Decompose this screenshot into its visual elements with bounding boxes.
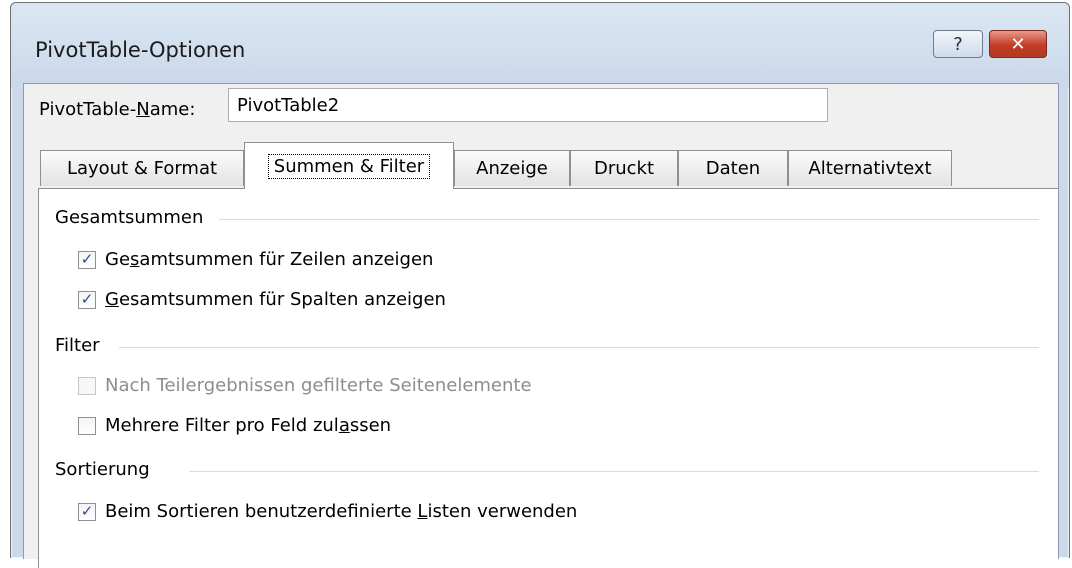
tab-druckt[interactable]: Druckt (570, 150, 678, 186)
tab-summen-filter[interactable]: Summen & Filter (244, 142, 454, 189)
checkbox-totals-rows[interactable]: ✓ (78, 250, 96, 269)
checkbox-label: Gesamtsummen für Spalten anzeigen (105, 289, 446, 310)
tab-alternativtext[interactable]: Alternativtext (788, 150, 952, 186)
pivottable-name-input[interactable] (228, 88, 828, 122)
dialog-title: PivotTable-Optionen (35, 38, 246, 62)
checkbox-custom-lists[interactable]: ✓ (78, 502, 96, 521)
group-header-sortierung: Sortierung (55, 459, 150, 480)
checkbox-totals-columns[interactable]: ✓ (78, 290, 96, 309)
checkbox-row-subtotal-filtered-items: Nach Teilergebnissen gefilterte Seitenel… (78, 375, 532, 396)
pivottable-name-label: PivotTable-Name: (39, 99, 196, 120)
checkbox-row-custom-lists[interactable]: ✓ Beim Sortieren benutzerdefinierte List… (78, 501, 577, 522)
checkbox-label: Gesamtsummen für Zeilen anzeigen (105, 249, 434, 270)
group-divider (119, 347, 1039, 348)
checkbox-row-totals-columns[interactable]: ✓ Gesamtsummen für Spalten anzeigen (78, 289, 446, 310)
question-mark-icon: ? (953, 33, 963, 55)
checkbox-row-totals-rows[interactable]: ✓ Gesamtsummen für Zeilen anzeigen (78, 249, 433, 270)
tab-strip: Layout & Format Summen & Filter Anzeige … (24, 138, 1058, 189)
group-divider (189, 471, 1039, 472)
checkmark-icon: ✓ (80, 502, 94, 520)
tab-layout-format[interactable]: Layout & Format (40, 150, 244, 186)
close-icon: ✕ (1010, 33, 1026, 55)
group-header-gesamtsummen: Gesamtsummen (55, 207, 204, 228)
checkbox-row-multiple-filters[interactable]: Mehrere Filter pro Feld zulassen (78, 415, 391, 436)
tab-anzeige[interactable]: Anzeige (454, 150, 570, 186)
checkbox-subtotal-filtered-items (78, 376, 96, 395)
checkbox-label: Beim Sortieren benutzerdefinierte Listen… (105, 501, 578, 522)
tab-panel-summen-filter: Gesamtsummen ✓ Gesamtsummen für Zeilen a… (38, 188, 1058, 568)
checkbox-multiple-filters[interactable] (78, 416, 96, 435)
checkbox-label: Mehrere Filter pro Feld zulassen (105, 415, 392, 436)
tab-daten[interactable]: Daten (678, 150, 788, 186)
title-bar[interactable]: PivotTable-Optionen ? ✕ (11, 3, 1069, 87)
help-button[interactable]: ? (933, 30, 983, 58)
pivottable-options-dialog: PivotTable-Optionen ? ✕ PivotTable-Name:… (10, 2, 1070, 568)
close-button[interactable]: ✕ (989, 30, 1047, 58)
dialog-body: PivotTable-Name: Layout & Format Summen … (23, 83, 1059, 568)
group-header-filter: Filter (55, 335, 100, 356)
checkmark-icon: ✓ (80, 250, 94, 268)
group-divider (219, 219, 1039, 220)
checkmark-icon: ✓ (80, 290, 94, 308)
checkbox-label: Nach Teilergebnissen gefilterte Seitenel… (105, 375, 532, 396)
